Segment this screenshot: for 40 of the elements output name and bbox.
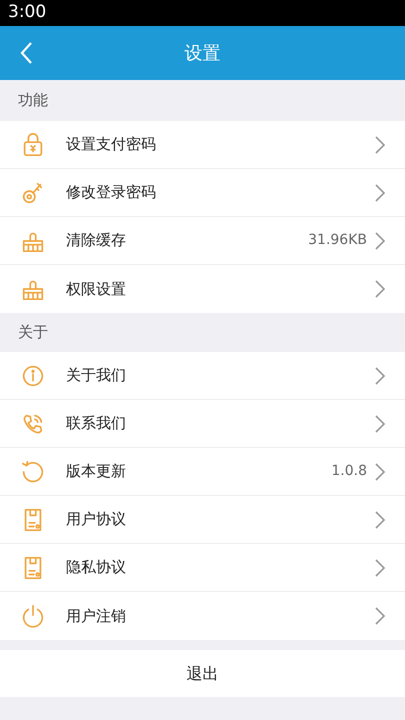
settings-row[interactable]: 联系我们: [0, 400, 405, 448]
chevron-icon: [375, 280, 385, 298]
power-icon: [20, 603, 46, 629]
settings-row[interactable]: 用户协议: [0, 496, 405, 544]
chevron-icon: [375, 510, 385, 528]
chevron-icon: [375, 184, 385, 202]
row-label: 版本更新: [66, 461, 127, 482]
row-label: 关于我们: [66, 365, 127, 386]
row-value: 1.0.8: [331, 462, 367, 481]
row-value: 31.96KB: [308, 231, 367, 250]
chevron-icon: [375, 607, 385, 625]
settings-row[interactable]: 关于我们: [0, 352, 405, 400]
chevron-icon: [375, 366, 385, 384]
settings-row[interactable]: 清除缓存 31.96KB: [0, 217, 405, 265]
settings-row[interactable]: 隐私协议: [0, 544, 405, 592]
row-label: 设置支付密码: [66, 134, 157, 156]
row-label: 用户协议: [66, 509, 127, 530]
chevron-icon: [375, 462, 385, 480]
section-header: 关于: [18, 322, 48, 344]
page-title: 设置: [184, 42, 220, 66]
logout-button[interactable]: 退出: [0, 650, 405, 697]
settings-row[interactable]: 权限设置: [0, 265, 405, 313]
settings-row[interactable]: 用户注销: [0, 592, 405, 640]
row-label: 联系我们: [66, 413, 127, 434]
row-label: 用户注销: [66, 606, 127, 627]
row-label: 清除缓存: [66, 230, 127, 252]
section-header: 功能: [18, 90, 48, 112]
row-label: 权限设置: [66, 278, 127, 300]
status-time: 3:00: [8, 1, 46, 24]
row-label: 修改登录密码: [66, 182, 157, 204]
chevron-icon: [375, 136, 385, 154]
row-label: 隐私协议: [66, 557, 127, 578]
settings-row[interactable]: 版本更新 1.0.8: [0, 448, 405, 496]
settings-row[interactable]: 设置支付密码: [0, 121, 405, 169]
refresh-icon: [20, 458, 46, 484]
back-icon: [19, 41, 33, 65]
chevron-icon: [375, 232, 385, 250]
chevron-icon: [375, 558, 385, 576]
settings-row[interactable]: 修改登录密码: [0, 169, 405, 217]
chevron-icon: [375, 414, 385, 432]
